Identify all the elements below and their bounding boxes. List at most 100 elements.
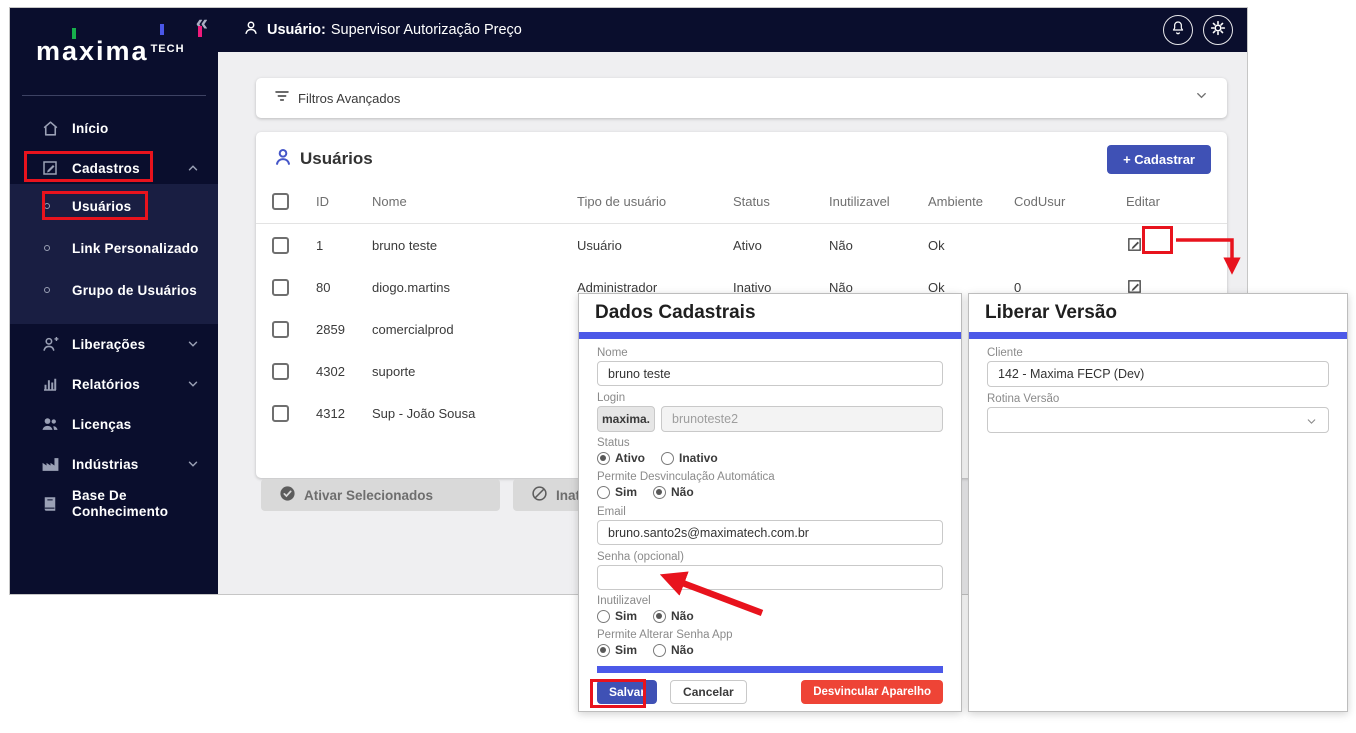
email-field[interactable]: bruno.santo2s@maximatech.com.br (597, 520, 943, 545)
column-header-editar: Editar (1126, 194, 1227, 209)
edit-square-icon (40, 158, 60, 178)
check-circle-icon (279, 485, 296, 505)
cell-id: 80 (316, 280, 372, 295)
sidebar: « maximaTECH Início Cadastros (10, 8, 218, 594)
column-header-codusur: CodUsur (1014, 194, 1126, 209)
cancel-button[interactable]: Cancelar (670, 680, 747, 704)
home-icon (40, 118, 60, 138)
notifications-button[interactable] (1163, 15, 1193, 45)
table-header: ID Nome Tipo de usuário Status Inutiliza… (256, 180, 1227, 224)
radio-icon (653, 486, 666, 499)
dados-cadastrais-panel: Dados Cadastrais Nome bruno teste Login … (578, 293, 962, 712)
cell-id: 2859 (316, 322, 372, 337)
radio-label: Não (671, 609, 694, 623)
logo-suffix: TECH (151, 43, 185, 55)
sidebar-item-licencas[interactable]: Licenças (10, 404, 218, 444)
row-checkbox[interactable] (272, 405, 289, 422)
chevron-down-icon (186, 457, 200, 471)
status-label: Status (597, 437, 943, 449)
radio-nao[interactable]: Não (653, 643, 694, 657)
sidebar-item-inicio[interactable]: Início (10, 108, 218, 148)
sidebar-item-label: Cadastros (72, 161, 140, 176)
row-checkbox[interactable] (272, 363, 289, 380)
filters-label: Filtros Avançados (298, 91, 400, 106)
login-field[interactable]: brunoteste2 (661, 406, 943, 432)
activate-selected-label: Ativar Selecionados (304, 488, 433, 503)
sidebar-item-usuarios[interactable]: Usuários (10, 186, 218, 226)
radio-icon (597, 610, 610, 623)
inutilizavel-label: Inutilizavel (597, 595, 943, 607)
status-radio-group: Ativo Inativo (597, 450, 943, 466)
book-icon (40, 494, 60, 514)
radio-sim[interactable]: Sim (597, 485, 637, 499)
sidebar-item-industrias[interactable]: Indústrias (10, 444, 218, 484)
radio-nao[interactable]: Não (653, 485, 694, 499)
users-card-header: Usuários + Cadastrar (256, 132, 1227, 180)
radio-icon (597, 644, 610, 657)
alterar-senha-label: Permite Alterar Senha App (597, 629, 943, 641)
cliente-field[interactable]: 142 - Maxima FECP (Dev) (987, 361, 1329, 387)
panel-title: Liberar Versão (969, 294, 1347, 332)
radio-icon (597, 452, 610, 465)
column-header-nome: Nome (372, 194, 577, 209)
sidebar-divider (22, 95, 206, 96)
advanced-filters-bar[interactable]: Filtros Avançados (256, 78, 1227, 118)
radio-label: Ativo (615, 451, 645, 465)
activate-selected-button[interactable]: Ativar Selecionados (261, 479, 500, 511)
cell-nome: diogo.martins (372, 280, 577, 295)
radio-label: Não (671, 485, 694, 499)
rotina-versao-select[interactable] (987, 407, 1329, 433)
login-prefix: maxima. (597, 406, 655, 432)
senha-field[interactable] (597, 565, 943, 590)
sidebar-item-label: Grupo de Usuários (72, 283, 197, 298)
sidebar-item-label: Usuários (72, 199, 131, 214)
add-user-button[interactable]: + Cadastrar (1107, 145, 1211, 174)
bell-icon (1170, 20, 1186, 41)
radio-nao[interactable]: Não (653, 609, 694, 623)
bottom-accent-bar (597, 666, 943, 673)
select-all-checkbox[interactable] (272, 193, 289, 210)
sidebar-item-label: Base De Conhecimento (72, 488, 182, 520)
sidebar-item-link-personalizado[interactable]: Link Personalizado (10, 228, 218, 268)
cell-status: Ativo (733, 238, 829, 253)
sidebar-item-liberacoes[interactable]: Liberações (10, 324, 218, 364)
desvinculacao-radio-group: Sim Não (597, 484, 943, 500)
rotina-versao-label: Rotina Versão (987, 393, 1329, 405)
unlink-device-button[interactable]: Desvincular Aparelho (801, 680, 943, 704)
sidebar-item-grupo-de-usuarios[interactable]: Grupo de Usuários (10, 270, 218, 310)
radio-ativo[interactable]: Ativo (597, 451, 645, 465)
column-header-tipo: Tipo de usuário (577, 194, 733, 209)
save-button[interactable]: Salvar (597, 680, 657, 704)
cell-tipo: Usuário (577, 238, 733, 253)
login-label: Login (597, 392, 943, 404)
alterar-senha-radio-group: Sim Não (597, 642, 943, 658)
settings-button[interactable] (1203, 15, 1233, 45)
radio-inativo[interactable]: Inativo (661, 451, 718, 465)
radio-sim[interactable]: Sim (597, 609, 637, 623)
panel-title: Dados Cadastrais (579, 294, 961, 332)
radio-sim[interactable]: Sim (597, 643, 637, 657)
cell-inutilizavel: Não (829, 238, 928, 253)
cell-id: 4302 (316, 364, 372, 379)
row-checkbox[interactable] (272, 321, 289, 338)
filter-icon (274, 89, 290, 108)
bullet-icon (44, 245, 50, 251)
logo-pink-tick (198, 26, 202, 37)
senha-label: Senha (opcional) (597, 551, 943, 563)
edit-icon[interactable] (1126, 236, 1144, 254)
sidebar-item-label: Link Personalizado (72, 241, 199, 256)
sidebar-item-relatorios[interactable]: Relatórios (10, 364, 218, 404)
sidebar-item-base-de-conhecimento[interactable]: Base De Conhecimento (10, 480, 218, 528)
radio-label: Sim (615, 485, 637, 499)
cliente-label: Cliente (987, 347, 1329, 359)
row-checkbox[interactable] (272, 279, 289, 296)
column-header-ambiente: Ambiente (928, 194, 1014, 209)
row-checkbox[interactable] (272, 237, 289, 254)
chevron-up-icon (186, 161, 200, 175)
nome-field[interactable]: bruno teste (597, 361, 943, 386)
bullet-icon (44, 287, 50, 293)
logo: maximaTECH (36, 36, 206, 76)
chevron-down-icon[interactable] (1194, 88, 1209, 108)
radio-icon (661, 452, 674, 465)
sidebar-item-cadastros[interactable]: Cadastros (10, 148, 218, 188)
